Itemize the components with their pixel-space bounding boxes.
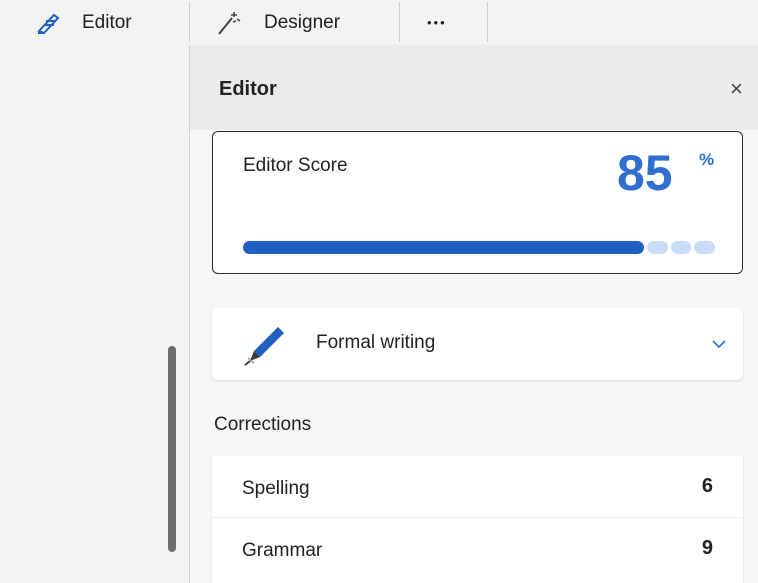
editor-score-label: Editor Score <box>243 155 348 176</box>
correction-count: 6 <box>701 475 713 497</box>
toolbar-divider <box>487 2 488 42</box>
designer-button[interactable]: Designer <box>216 0 340 45</box>
writing-style-label: Formal writing <box>316 332 436 353</box>
editor-score-progress-remaining <box>647 241 668 254</box>
correction-row-grammar[interactable]: Grammar 9 <box>212 517 743 579</box>
editor-score-progress-remaining <box>694 241 715 254</box>
corrections-list: Spelling 6 Grammar 9 <box>212 456 743 583</box>
toolbar-divider <box>399 2 400 42</box>
fountain-pen-icon <box>240 321 288 366</box>
writing-style-dropdown[interactable]: Formal writing <box>212 308 743 380</box>
corrections-heading: Corrections <box>214 414 312 435</box>
document-canvas-strip <box>0 45 190 583</box>
document-scrollbar-thumb[interactable] <box>168 346 176 552</box>
correction-label: Spelling <box>242 478 310 499</box>
editor-pane-header: Editor × <box>190 45 758 130</box>
correction-label: Grammar <box>242 540 323 561</box>
designer-wand-icon <box>216 10 242 36</box>
toolbar-divider <box>189 2 190 42</box>
more-options-button[interactable]: ••• <box>427 0 447 45</box>
ribbon-toolbar: Editor Designer ••• <box>0 0 758 45</box>
pane-title: Editor <box>219 78 277 100</box>
editor-button[interactable]: Editor <box>36 0 132 45</box>
correction-count: 9 <box>701 537 713 559</box>
designer-button-label: Designer <box>264 11 341 33</box>
correction-row-spelling[interactable]: Spelling 6 <box>212 456 743 517</box>
editor-pen-icon <box>36 11 62 35</box>
editor-score-unit: % <box>699 150 715 169</box>
editor-score-progress-fill <box>243 241 644 254</box>
editor-score-value: 85 <box>617 145 673 201</box>
editor-score-progress <box>243 241 715 254</box>
chevron-down-icon <box>710 336 728 350</box>
editor-score-card[interactable]: Editor Score 85 % <box>212 131 743 274</box>
more-options-icon: ••• <box>427 15 447 30</box>
close-pane-button[interactable]: × <box>730 75 758 103</box>
editor-pane: Editor × Editor Score 85 % Formal writin… <box>190 45 758 583</box>
editor-button-label: Editor <box>82 11 132 33</box>
editor-score-progress-remaining <box>670 241 692 254</box>
